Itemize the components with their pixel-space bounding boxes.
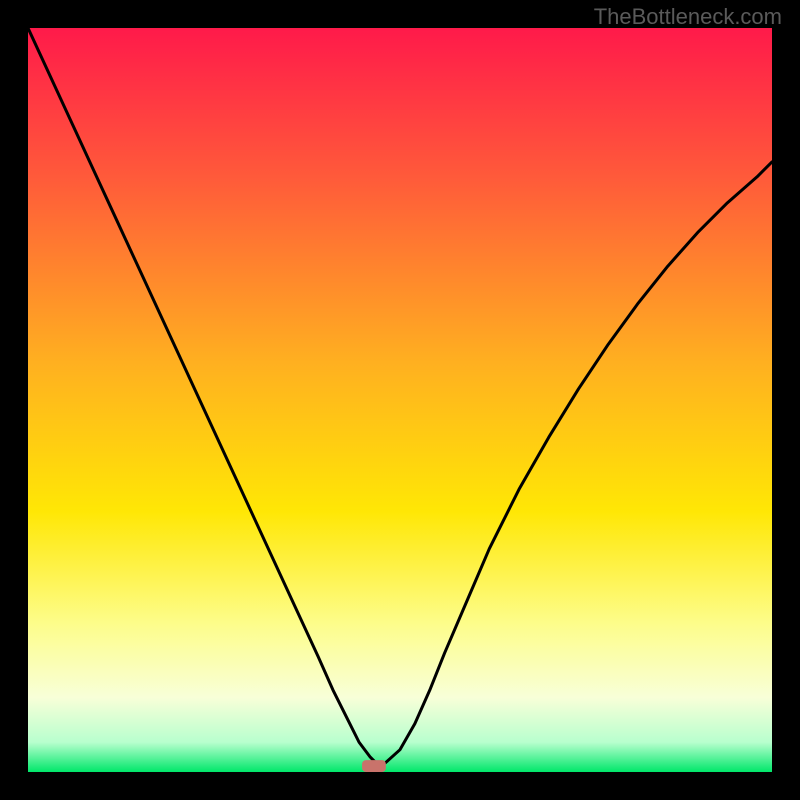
- chart-svg: [28, 28, 772, 772]
- plot-area: [28, 28, 772, 772]
- gradient-background: [28, 28, 772, 772]
- watermark-text: TheBottleneck.com: [594, 4, 782, 30]
- optimal-point-marker: [362, 760, 386, 772]
